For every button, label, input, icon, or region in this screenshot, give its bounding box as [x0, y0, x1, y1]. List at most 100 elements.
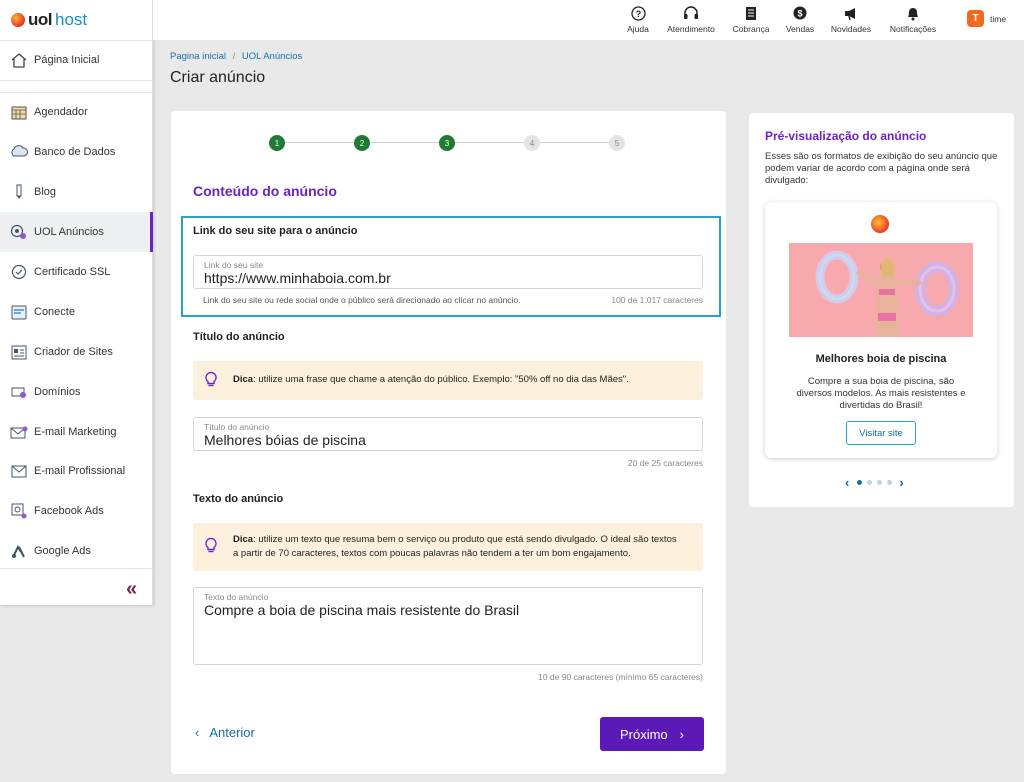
sidebar-item-dominios[interactable]: Domínios [0, 372, 153, 412]
sidebar-item-pagina-inicial[interactable]: Página Inicial [0, 40, 153, 80]
user-name: time [990, 13, 1007, 24]
sidebar: uol host Página Inicial Agendador Banco … [0, 0, 153, 605]
topbar-novidades[interactable]: Novidades [827, 4, 875, 34]
title-field-value[interactable]: Melhores bóias de piscina [204, 432, 366, 448]
headset-icon [663, 4, 719, 22]
link-hint: Link do seu site ou rede social onde o p… [203, 295, 521, 305]
topbar-atendimento[interactable]: Atendimento [663, 4, 719, 34]
chevron-left-icon[interactable]: ‹ [845, 475, 849, 490]
ad-preview: Melhores boia de piscina Compre a sua bo… [765, 202, 997, 458]
sidebar-item-conecte[interactable]: Conecte [0, 292, 153, 332]
link-field-label: Link do seu site [204, 260, 264, 270]
collapse-sidebar-icon[interactable]: « [126, 578, 137, 601]
user-menu[interactable]: T time [967, 10, 1006, 27]
text-field[interactable]: Texto do anúncio Compre a boia de piscin… [193, 587, 703, 665]
step-5: 5 [609, 135, 625, 151]
title-field-label: Título do anúncio [204, 422, 270, 432]
title-tip: Dica: utilize uma frase que chame a aten… [193, 361, 703, 400]
pager-dot-3[interactable] [876, 480, 882, 485]
ad-image [789, 243, 973, 337]
step-3[interactable]: 3 [439, 135, 455, 151]
text-field-value[interactable]: Compre a boia de piscina mais resistente… [204, 602, 519, 618]
breadcrumb-separator: / [232, 51, 236, 62]
previous-button[interactable]: ‹ Anterior [195, 725, 255, 740]
connect-icon [10, 304, 28, 320]
sidebar-item-certificado-ssl[interactable]: Certificado SSL [0, 252, 153, 292]
title-heading: Título do anúncio [193, 331, 285, 343]
sidebar-item-label: Criador de Sites [34, 346, 113, 358]
sidebar-item-criador-de-sites[interactable]: Criador de Sites [0, 332, 153, 372]
sidebar-item-google-ads[interactable]: Google Ads [0, 531, 153, 571]
sidebar-item-facebook-ads[interactable]: Facebook Ads [0, 491, 153, 531]
stepper: 1 2 3 4 5 [269, 135, 629, 151]
ad-title: Melhores boia de piscina [815, 353, 947, 365]
link-heading: Link do seu site para o anúncio [193, 225, 358, 237]
topbar-label: Notificações [889, 24, 937, 34]
sidebar-item-blog[interactable]: Blog [0, 172, 153, 212]
sidebar-item-label: E-mail Marketing [34, 426, 117, 438]
step-1[interactable]: 1 [269, 135, 285, 151]
breadcrumb-home[interactable]: Pagina inicial [170, 51, 226, 62]
text-heading: Texto do anúncio [193, 493, 284, 505]
megaphone-icon [10, 224, 28, 240]
pager-dot-1[interactable] [856, 480, 862, 485]
site-builder-icon [10, 344, 28, 360]
uol-host-logo[interactable]: uol host [0, 0, 152, 40]
preview-pager: ‹ › [845, 475, 904, 490]
chevron-right-icon[interactable]: › [899, 475, 903, 490]
text-tip: Dica: utilize um texto que resuma bem o … [193, 523, 703, 571]
sidebar-item-label: Agendador [34, 106, 88, 118]
topbar-label: Ajuda [627, 24, 649, 34]
sidebar-item-agendador[interactable]: Agendador [0, 92, 153, 132]
pager-dot-4[interactable] [886, 480, 892, 485]
preview-title: Pré-visualização do anúncio [765, 129, 927, 143]
link-field[interactable]: Link do seu site https://www.minhaboia.c… [193, 255, 703, 289]
sidebar-item-uol-anuncios[interactable]: UOL Anúncios [0, 212, 153, 252]
mail-marketing-icon [10, 424, 28, 440]
ad-text: Compre a sua boia de piscina, são divers… [796, 376, 966, 411]
bell-icon [885, 4, 941, 22]
news-icon [827, 4, 875, 22]
topbar-cobranca[interactable]: Cobrança [729, 4, 773, 34]
pager-dot-2[interactable] [866, 480, 872, 485]
sidebar-item-email-marketing[interactable]: E-mail Marketing [0, 412, 153, 452]
calendar-icon [10, 104, 28, 120]
breadcrumb-current[interactable]: UOL Anúncios [242, 51, 302, 62]
sidebar-item-banco-de-dados[interactable]: Banco de Dados [0, 132, 153, 172]
domain-icon [10, 384, 28, 400]
topbar-vendas[interactable]: $ Vendas [783, 4, 817, 34]
sidebar-item-label: Facebook Ads [34, 505, 104, 517]
topbar-label: Vendas [785, 24, 815, 34]
mail-icon [10, 463, 28, 479]
lightbulb-icon [205, 537, 217, 557]
sidebar-item-email-profissional[interactable]: E-mail Profissional [0, 451, 153, 491]
link-field-value[interactable]: https://www.minhaboia.com.br [204, 270, 391, 286]
visit-site-button[interactable]: Visitar site [846, 421, 916, 445]
google-ads-icon [10, 543, 28, 559]
tip-text: : utilize uma frase que chame a atenção … [253, 374, 629, 385]
facebook-ads-icon [10, 503, 28, 519]
title-counter: 20 de 25 caracteres [627, 458, 703, 468]
topbar-notificacoes[interactable]: Notificações [885, 4, 941, 34]
chevron-left-icon: ‹ [195, 725, 200, 740]
chevron-right-icon: › [679, 726, 685, 742]
sidebar-item-label: Certificado SSL [34, 266, 111, 278]
lightbulb-icon [205, 371, 217, 390]
sidebar-item-label: E-mail Profissional [34, 465, 126, 477]
sidebar-item-label: Banco de Dados [34, 146, 116, 158]
database-icon [10, 144, 28, 160]
certificate-icon [10, 264, 28, 280]
uol-logo-icon [871, 215, 889, 233]
invoice-icon [729, 4, 773, 22]
step-2[interactable]: 2 [354, 135, 370, 151]
svg-text:$: $ [797, 8, 802, 18]
topbar-help[interactable]: ? Ajuda [622, 4, 654, 34]
ad-form-card: 1 2 3 4 5 Conteúdo do anúncio Link do se… [171, 111, 726, 774]
link-counter: 100 de 1.017 caracteres [611, 295, 703, 305]
sidebar-item-label: Conecte [34, 306, 75, 318]
page-title: Criar anúncio [170, 69, 266, 86]
next-button[interactable]: Próximo › [600, 717, 704, 751]
sidebar-item-label: Página Inicial [34, 54, 100, 66]
title-field[interactable]: Título do anúncio Melhores bóias de pisc… [193, 417, 703, 451]
top-bar: ? Ajuda Atendimento Cobrança $ Vendas No… [153, 0, 1024, 40]
